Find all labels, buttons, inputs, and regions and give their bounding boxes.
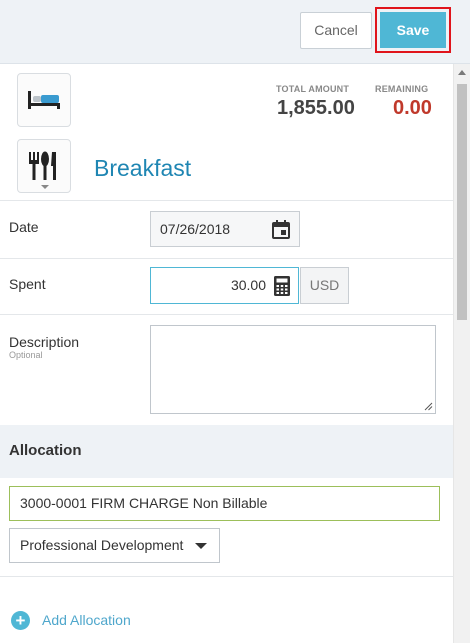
date-label: Date xyxy=(9,219,39,235)
date-value: 07/26/2018 xyxy=(160,221,231,237)
divider xyxy=(0,314,453,315)
currency-selector[interactable]: USD xyxy=(300,267,349,304)
scrollbar-thumb[interactable] xyxy=(457,84,467,320)
optional-hint: Optional xyxy=(9,350,43,360)
total-amount-value: 1,855.00 xyxy=(277,97,355,119)
chevron-down-icon xyxy=(41,185,49,189)
trip-type-button[interactable] xyxy=(17,73,71,127)
allocation-category-select[interactable]: Professional Development xyxy=(9,528,220,563)
spent-value: 30.00 xyxy=(230,277,266,293)
resize-handle-icon[interactable] xyxy=(424,402,433,411)
spent-label: Spent xyxy=(9,276,46,292)
scroll-up-arrow-icon[interactable] xyxy=(458,70,466,75)
date-field[interactable]: 07/26/2018 xyxy=(150,211,300,247)
description-textarea[interactable] xyxy=(150,325,436,414)
plus-icon: + xyxy=(11,610,30,630)
category-picker-button[interactable] xyxy=(17,139,71,193)
save-button[interactable]: Save xyxy=(380,12,446,48)
divider xyxy=(0,200,453,201)
fork-knife-spoon-icon xyxy=(29,151,56,180)
remaining-value: 0.00 xyxy=(393,97,432,119)
vertical-scrollbar[interactable] xyxy=(453,64,470,643)
allocation-category-value: Professional Development xyxy=(20,537,184,553)
divider xyxy=(0,576,453,577)
allocation-section-header: Allocation xyxy=(0,425,453,478)
calendar-icon[interactable] xyxy=(272,220,290,239)
cancel-button[interactable]: Cancel xyxy=(300,12,372,49)
chevron-down-icon xyxy=(195,543,207,549)
add-allocation-button[interactable]: + Add Allocation xyxy=(11,610,131,630)
hotel-bed-icon xyxy=(28,91,60,109)
spent-amount-field[interactable]: 30.00 xyxy=(150,267,299,304)
total-amount-label: TOTAL AMOUNT xyxy=(276,84,350,94)
description-label: Description xyxy=(9,334,80,350)
allocation-title: Allocation xyxy=(9,442,82,459)
top-toolbar: Cancel Save xyxy=(0,0,470,64)
divider xyxy=(0,258,453,259)
allocation-code-field[interactable]: 3000-0001 FIRM CHARGE Non Billable xyxy=(9,486,440,521)
expense-category-title: Breakfast xyxy=(94,155,192,181)
add-allocation-label: Add Allocation xyxy=(42,612,131,628)
remaining-label: REMAINING xyxy=(375,84,429,94)
calculator-icon[interactable] xyxy=(274,276,290,296)
